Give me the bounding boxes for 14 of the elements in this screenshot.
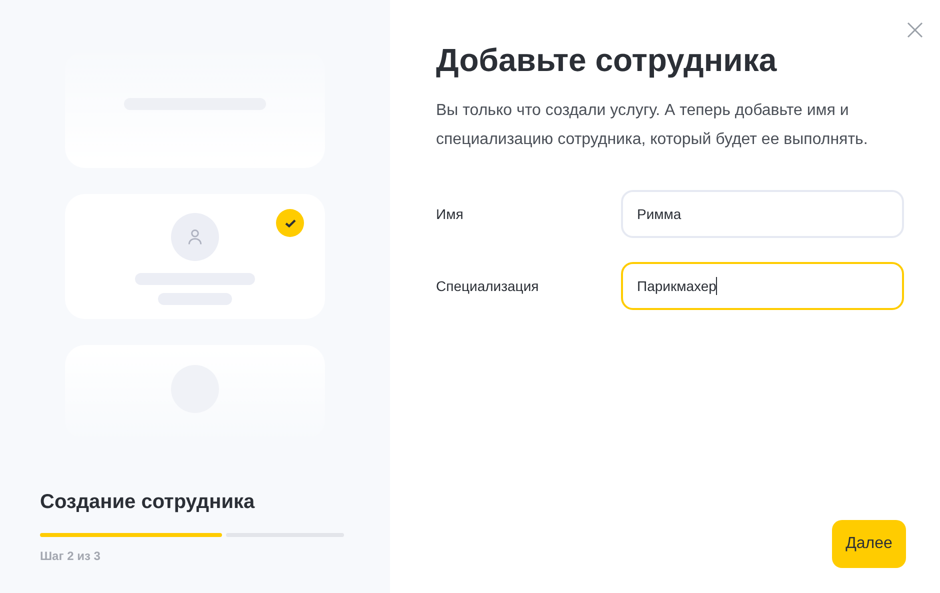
text-field[interactable]: Римма — [621, 190, 904, 238]
checkmark-icon — [284, 218, 296, 228]
field-label: Имя — [436, 204, 464, 224]
field-label: Специализация — [436, 276, 540, 296]
text-field[interactable]: Парикмахер — [621, 262, 904, 310]
next-button[interactable]: Далее — [832, 520, 906, 568]
person-icon — [186, 228, 204, 246]
text-cursor — [716, 277, 718, 295]
dialog-description: Вы только что создали услугу. А теперь добавьте имя и специализацию сотрудника, который будет ее выполнять. — [436, 101, 869, 150]
close-icon — [906, 21, 924, 39]
close-button[interactable] — [906, 21, 924, 39]
dialog-title: Добавьте сотрудника — [436, 41, 778, 80]
step-caption: Шаг 2 из 3 — [40, 548, 102, 565]
step-title: Создание сотрудника — [40, 490, 256, 515]
